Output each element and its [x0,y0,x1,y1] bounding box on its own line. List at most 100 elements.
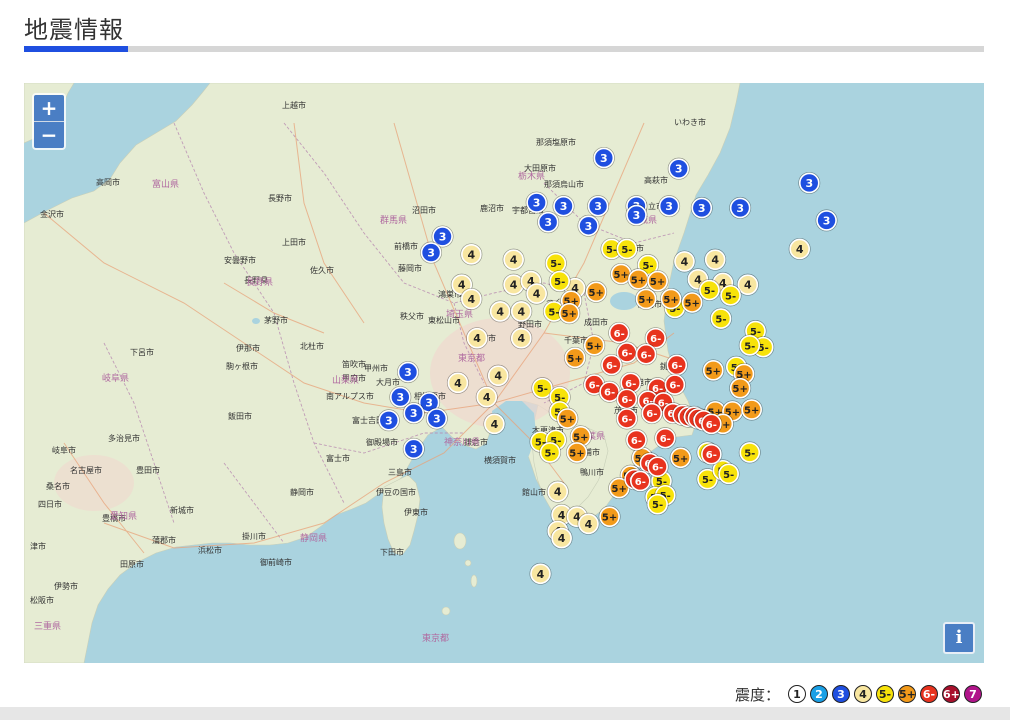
intensity-marker-5-lower[interactable]: 5- [646,493,669,516]
intensity-marker-5-lower[interactable]: 5- [548,270,571,293]
intensity-marker-4[interactable]: 4 [510,300,533,323]
intensity-marker-4[interactable]: 4 [550,527,573,550]
intensity-marker-3[interactable]: 3 [402,402,425,425]
intensity-marker-6-lower[interactable]: 6- [665,353,688,376]
intensity-marker-4[interactable]: 4 [466,327,489,350]
intensity-marker-5-lower[interactable]: 5- [719,284,742,307]
intensity-marker-3[interactable]: 3 [592,146,615,169]
intensity-marker-label: 5+ [567,354,582,365]
intensity-marker-6-lower[interactable]: 6- [608,321,631,344]
intensity-marker-5-lower[interactable]: 5- [738,334,761,357]
intensity-marker-3[interactable]: 3 [690,196,713,219]
intensity-marker-5-upper[interactable]: 5+ [556,407,579,430]
place-label: 御前崎市 [260,557,292,567]
intensity-marker-3[interactable]: 3 [525,191,548,214]
intensity-marker-4[interactable]: 4 [487,364,510,387]
intensity-marker-3[interactable]: 3 [667,157,690,180]
zoom-in-button[interactable]: + [34,95,64,121]
intensity-marker-5-upper[interactable]: 5+ [669,446,692,469]
intensity-marker-5-lower[interactable]: 5- [615,237,638,260]
intensity-marker-3[interactable]: 3 [537,211,560,234]
intensity-marker-3[interactable]: 3 [729,196,752,219]
intensity-marker-3[interactable]: 3 [377,409,400,432]
intensity-marker-5-upper[interactable]: 5+ [598,505,621,528]
intensity-marker-label: 4 [468,248,476,261]
place-label: 高萩市 [644,175,668,185]
intensity-marker-label: 3 [410,407,418,420]
place-label: 上越市 [282,100,306,110]
zoom-out-button[interactable]: − [34,121,64,148]
intensity-marker-4[interactable]: 4 [483,412,506,435]
intensity-marker-5-upper[interactable]: 5+ [729,377,752,400]
intensity-marker-6-lower[interactable]: 6- [700,443,723,466]
intensity-marker-5-lower[interactable]: 5- [544,252,567,275]
info-button[interactable]: i [943,622,975,654]
intensity-marker-6-lower[interactable]: 6- [625,428,648,451]
intensity-marker-3[interactable]: 3 [577,214,600,237]
intensity-marker-4[interactable]: 4 [673,250,696,273]
intensity-marker-label: 3 [805,177,813,190]
intensity-marker-6-lower[interactable]: 6- [646,455,669,478]
place-label: 四日市 [38,499,62,509]
intensity-marker-4[interactable]: 4 [529,562,552,585]
intensity-marker-5-upper[interactable]: 5+ [558,302,581,325]
place-label: 鹿沼市 [480,203,504,213]
intensity-marker-label: 4 [491,418,499,431]
intensity-marker-5-upper[interactable]: 5+ [627,268,650,291]
intensity-marker-5-upper[interactable]: 5+ [565,441,588,464]
intensity-marker-6-lower[interactable]: 6- [615,407,638,430]
intensity-marker-4[interactable]: 4 [475,386,498,409]
intensity-marker-5-lower[interactable]: 5- [738,441,761,464]
intensity-marker-5-upper[interactable]: 5+ [660,287,683,310]
intensity-marker-6-lower[interactable]: 6- [663,373,686,396]
intensity-marker-4[interactable]: 4 [510,327,533,350]
intensity-marker-6-lower[interactable]: 6- [629,469,652,492]
intensity-marker-3[interactable]: 3 [798,171,821,194]
intensity-marker-5-upper[interactable]: 5+ [646,270,669,293]
intensity-marker-3[interactable]: 3 [420,241,443,264]
intensity-marker-4[interactable]: 4 [460,287,483,310]
intensity-marker-3[interactable]: 3 [625,204,648,227]
intensity-marker-4[interactable]: 4 [546,480,569,503]
intensity-marker-label: 5- [744,341,755,352]
intensity-marker-4[interactable]: 4 [704,248,727,271]
intensity-marker-5-lower[interactable]: 5- [717,462,740,485]
intensity-marker-4[interactable]: 4 [788,237,811,260]
intensity-marker-4[interactable]: 4 [489,300,512,323]
intensity-marker-6-lower[interactable]: 6- [700,412,723,435]
intensity-marker-4[interactable]: 4 [446,371,469,394]
intensity-marker-6-lower[interactable]: 6- [615,387,638,410]
intensity-marker-4[interactable]: 4 [460,243,483,266]
intensity-marker-5-upper[interactable]: 5+ [564,346,587,369]
intensity-marker-6-lower[interactable]: 6- [600,353,623,376]
intensity-marker-label: 5+ [744,406,759,417]
intensity-marker-4[interactable]: 4 [502,248,525,271]
intensity-marker-3[interactable]: 3 [815,209,838,232]
legend-item-6-upper: 6+ [942,685,960,703]
intensity-marker-5-upper[interactable]: 5+ [635,287,658,310]
intensity-marker-5-lower[interactable]: 5- [539,441,562,464]
intensity-marker-label: 6- [621,415,632,426]
map-view[interactable]: 上越市 那須塩原市 いわき市 高岡市 長野市 金沢市 沼田市 大田原市 日立市 … [24,83,984,663]
intensity-marker-3[interactable]: 3 [587,195,610,218]
intensity-marker-4[interactable]: 4 [525,282,548,305]
intensity-marker-3[interactable]: 3 [402,437,425,460]
intensity-marker-3[interactable]: 3 [425,407,448,430]
intensity-marker-5-upper[interactable]: 5+ [702,359,725,382]
intensity-marker-5-upper[interactable]: 5+ [740,398,763,421]
intensity-marker-label: 4 [558,509,566,522]
intensity-marker-4[interactable]: 4 [577,512,600,535]
intensity-marker-5-lower[interactable]: 5- [709,307,732,330]
intensity-marker-3[interactable]: 3 [396,361,419,384]
intensity-marker-6-lower[interactable]: 6- [635,343,658,366]
map-canvas[interactable]: 上越市 那須塩原市 いわき市 高岡市 長野市 金沢市 沼田市 大田原市 日立市 … [24,83,984,663]
prefecture-label: 三重県 [34,620,61,632]
intensity-marker-3[interactable]: 3 [658,195,681,218]
intensity-marker-5-lower[interactable]: 5- [698,279,721,302]
intensity-marker-6-lower[interactable]: 6- [654,427,677,450]
intensity-marker-5-upper[interactable]: 5+ [583,334,606,357]
intensity-marker-6-lower[interactable]: 6- [640,402,663,425]
intensity-marker-5-upper[interactable]: 5+ [585,280,608,303]
intensity-marker-5-upper[interactable]: 5+ [681,291,704,314]
intensity-marker-3[interactable]: 3 [552,195,575,218]
